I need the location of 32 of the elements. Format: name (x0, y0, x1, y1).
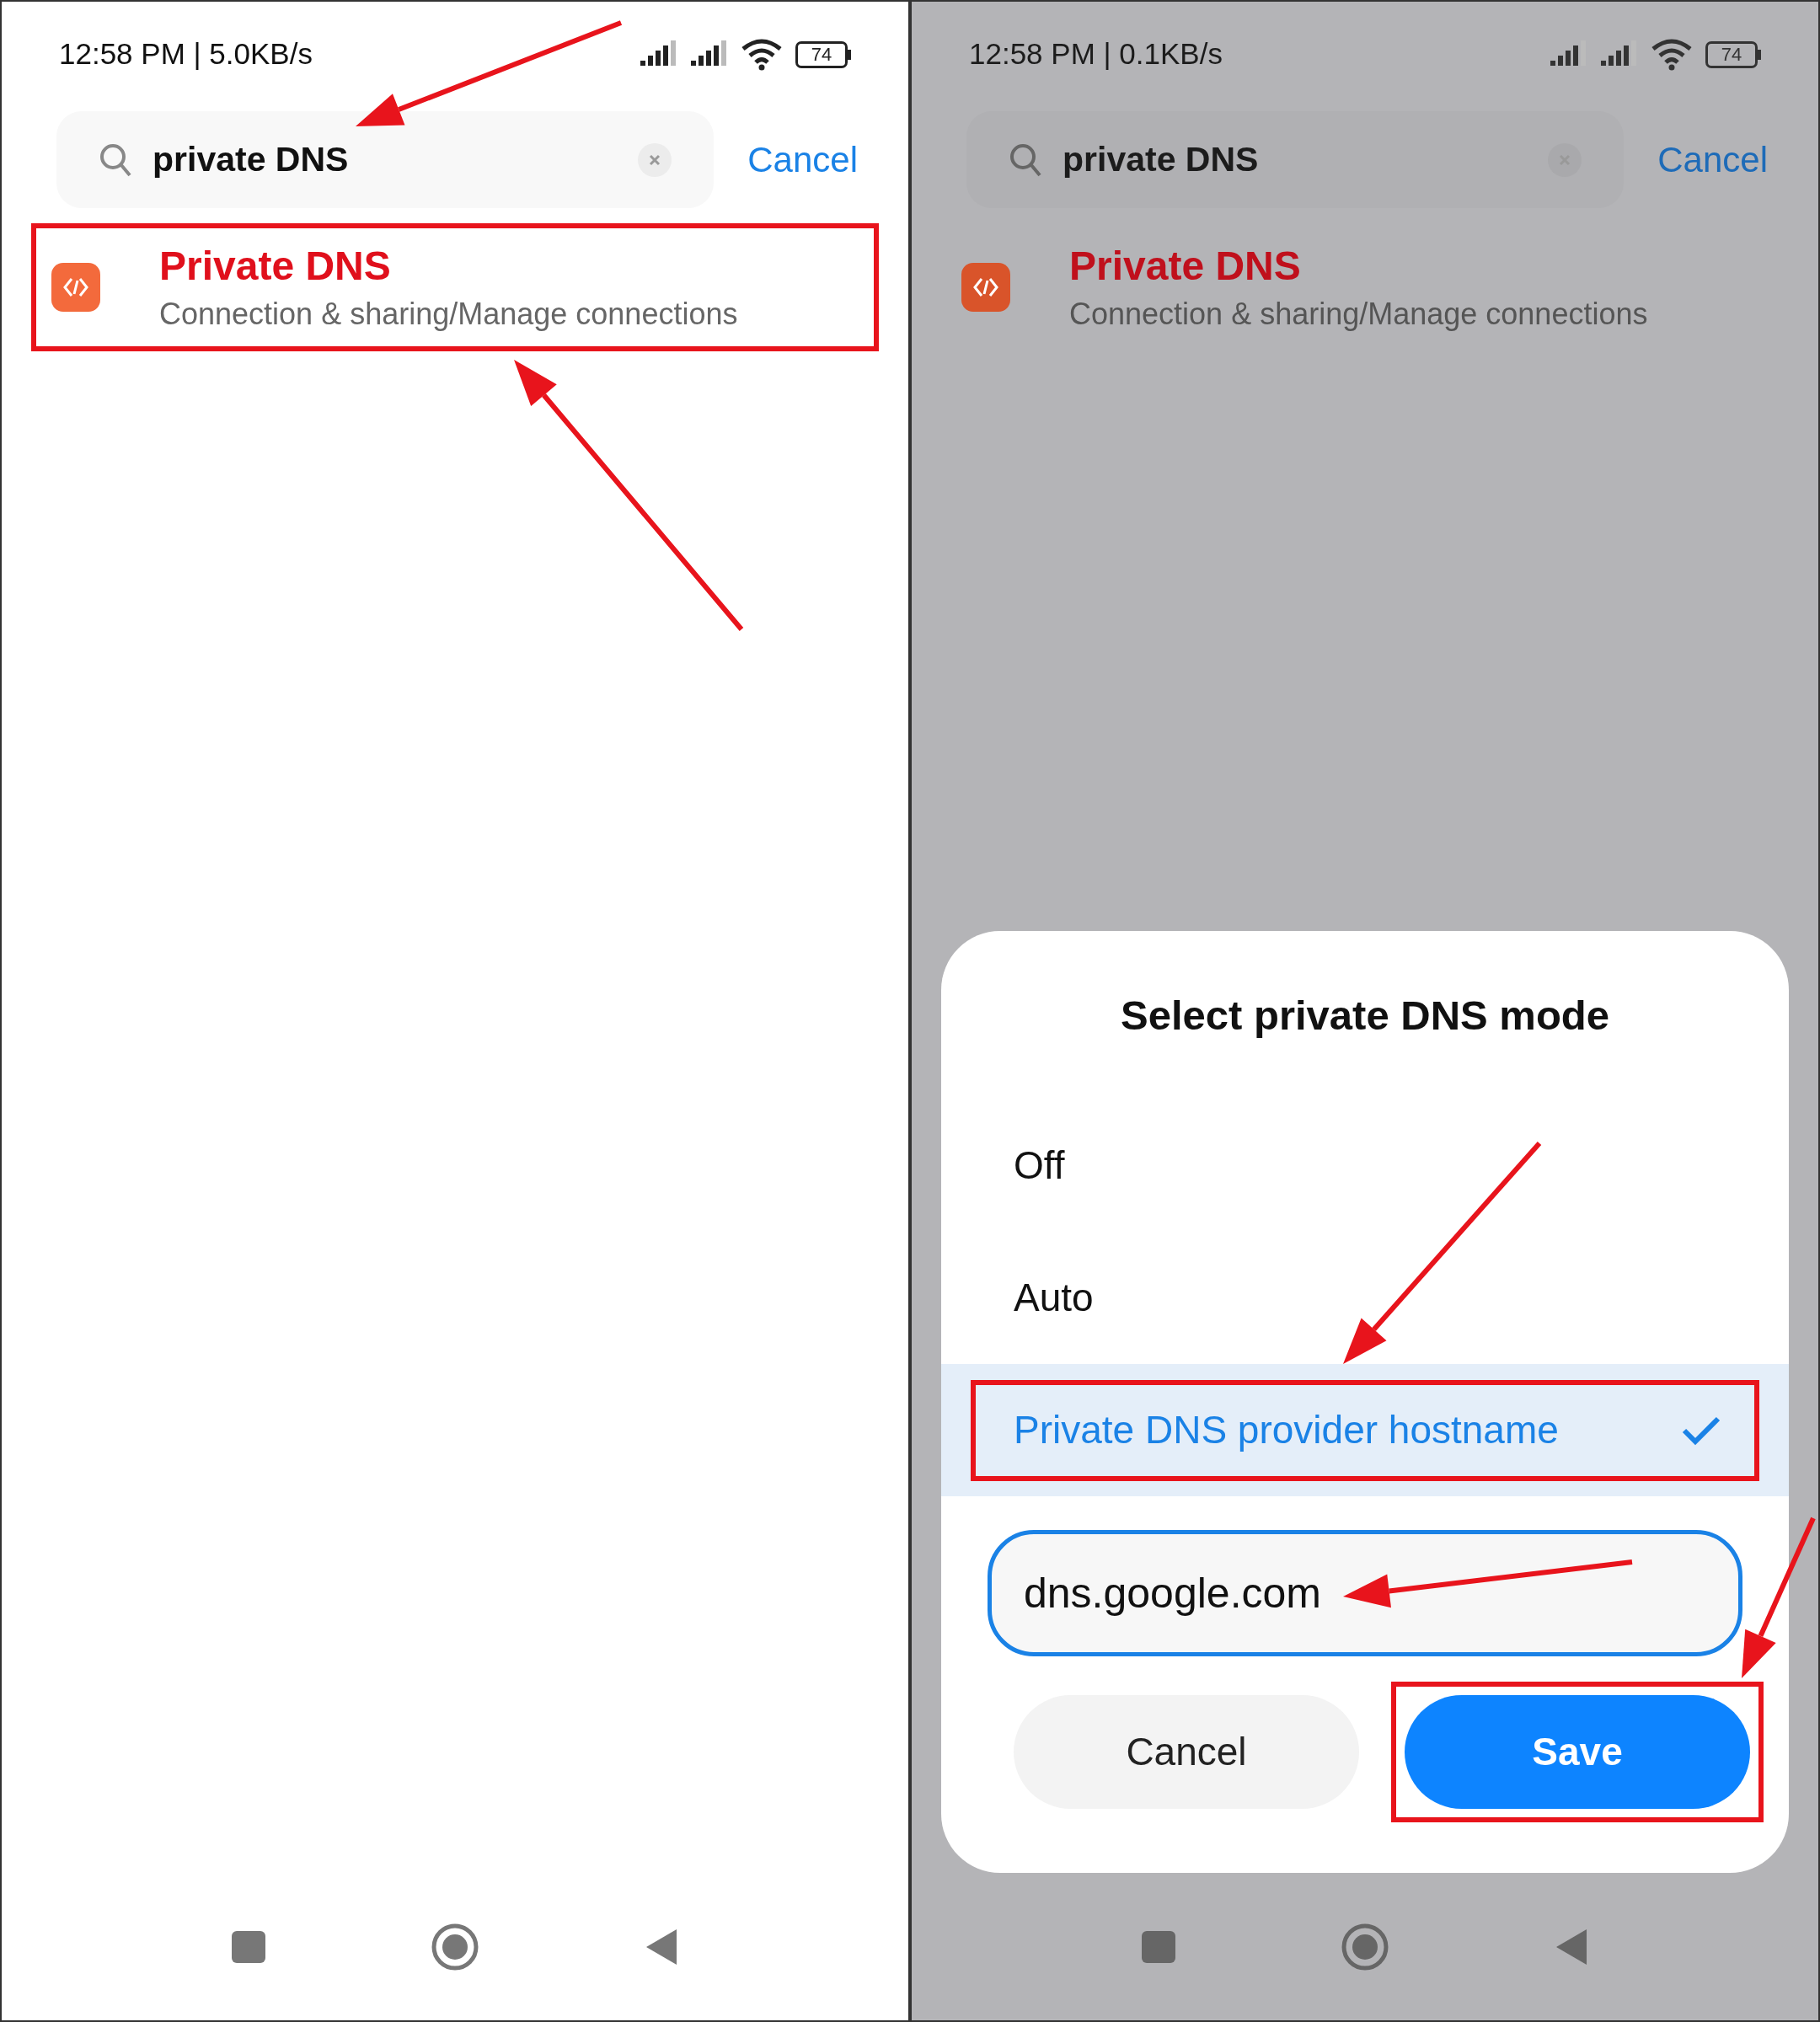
status-time: 12:58 PM | 0.1KB/s (969, 36, 1223, 72)
search-result[interactable]: Private DNS Connection & sharing/Manage connections (31, 223, 879, 351)
result-title: Private DNS (1069, 243, 1302, 290)
back-icon[interactable] (645, 1927, 678, 1966)
close-icon (649, 153, 661, 166)
check-icon (1682, 1415, 1721, 1446)
option-label: Auto (1014, 1275, 1094, 1321)
recent-apps-icon[interactable] (1142, 1930, 1175, 1963)
home-icon[interactable] (431, 1922, 479, 1971)
search-field[interactable]: private DNS (56, 111, 715, 208)
status-time: 12:58 PM | 5.0KB/s (59, 36, 313, 72)
hostname-field[interactable]: dns.google.com (988, 1530, 1742, 1656)
option-label: Off (1014, 1142, 1065, 1189)
wifi-icon (741, 38, 782, 71)
dialog-title: Select private DNS mode (1119, 992, 1610, 1040)
home-icon[interactable] (1341, 1922, 1389, 1971)
search-field[interactable]: private DNS (966, 111, 1625, 208)
app-icon (961, 263, 1010, 312)
result-path: Connection & sharing/Manage connections (159, 296, 738, 333)
app-icon (51, 263, 100, 312)
cancel-button[interactable]: Cancel (1014, 1695, 1359, 1809)
recent-apps-icon[interactable] (232, 1930, 265, 1963)
result-title: Private DNS (159, 243, 392, 290)
cancel-link[interactable]: Cancel (747, 133, 858, 186)
back-icon[interactable] (1555, 1927, 1588, 1966)
save-button[interactable]: Save (1405, 1695, 1750, 1809)
search-icon (99, 142, 132, 178)
result-path: Connection & sharing/Manage connections (1069, 296, 1648, 333)
search-icon (1009, 142, 1042, 178)
search-result[interactable]: Private DNS Connection & sharing/Manage connections (941, 223, 1789, 351)
option-label: Private DNS provider hostname (1014, 1407, 1559, 1453)
wifi-icon (1651, 38, 1692, 71)
